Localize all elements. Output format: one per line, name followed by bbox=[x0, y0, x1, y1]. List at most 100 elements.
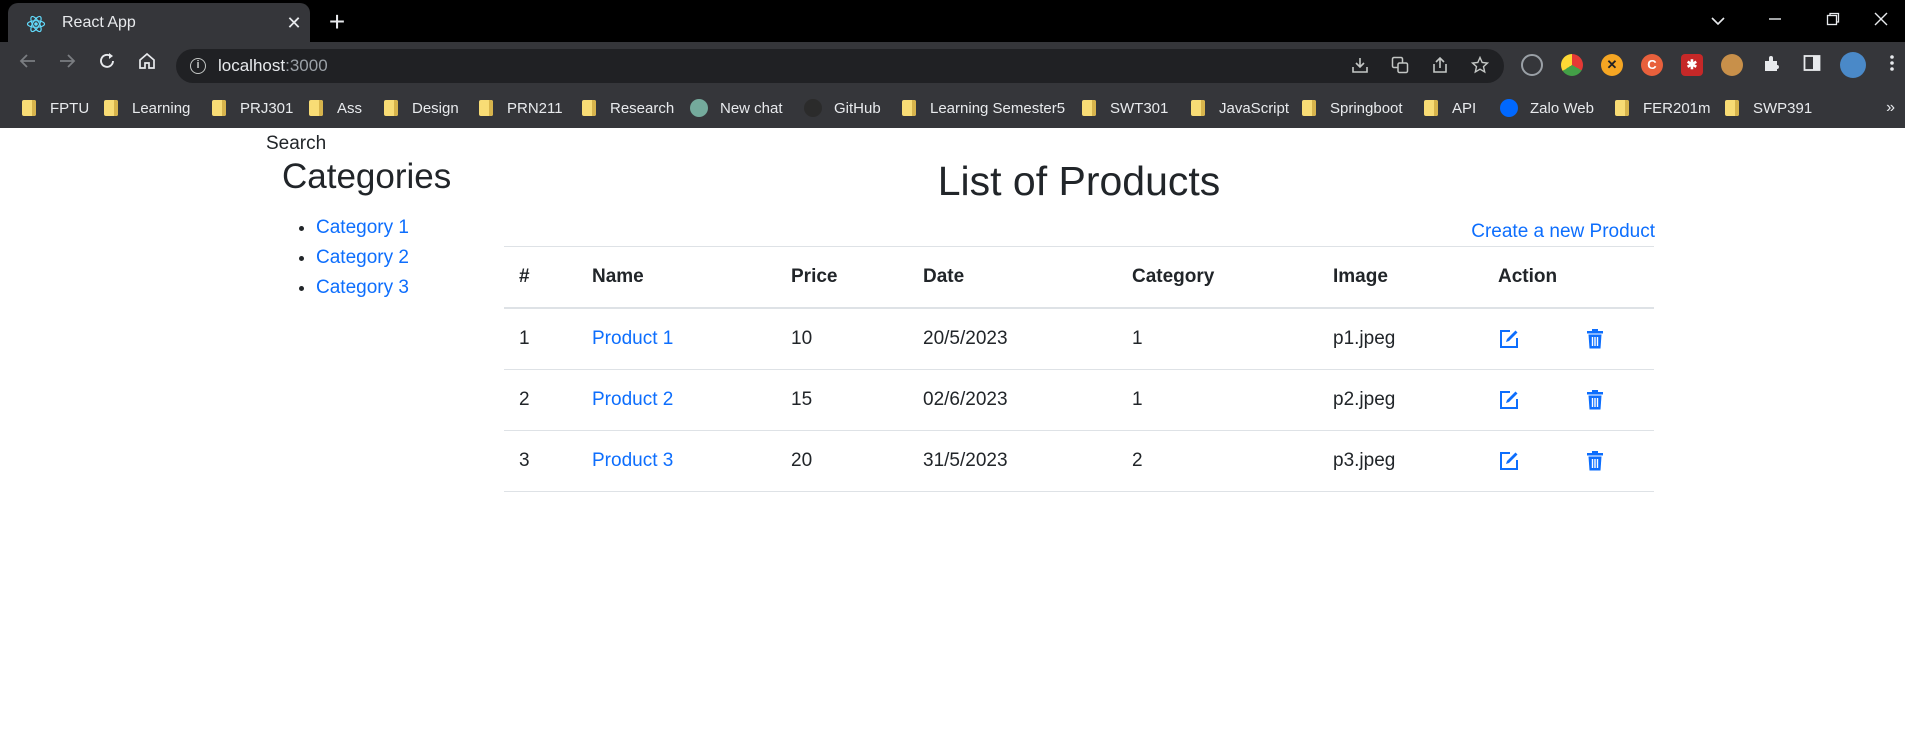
bookmark-fer201m[interactable]: FER201m bbox=[1615, 88, 1711, 128]
extension-color-icon[interactable] bbox=[1561, 54, 1583, 76]
translate-icon[interactable] bbox=[1390, 56, 1410, 76]
cell-id: 2 bbox=[504, 369, 577, 431]
column-header-name: Name bbox=[577, 246, 776, 309]
bookmark-new-chat[interactable]: New chat bbox=[690, 88, 783, 128]
product-name-link[interactable]: Product 3 bbox=[592, 450, 673, 471]
category-item: Category 2 bbox=[316, 243, 409, 273]
bookmark-api[interactable]: API bbox=[1424, 88, 1476, 128]
extensions-puzzle-icon[interactable] bbox=[1762, 54, 1782, 74]
bookmarks-bar: » FPTU Learning PRJ301 Ass Design PRN211 Resea… bbox=[0, 88, 1905, 128]
edit-icon[interactable] bbox=[1498, 389, 1520, 411]
bookmark-label: Design bbox=[412, 99, 459, 117]
tab-close-icon[interactable]: ✕ bbox=[282, 11, 306, 35]
extension-cookie-icon[interactable] bbox=[1721, 54, 1743, 76]
folder-icon bbox=[1082, 100, 1096, 116]
bookmark-label: SWT301 bbox=[1110, 99, 1169, 117]
cell-date: 31/5/2023 bbox=[908, 430, 1117, 492]
url-text[interactable]: localhost:3000 bbox=[218, 56, 328, 76]
browser-tab[interactable]: React App ✕ bbox=[8, 3, 310, 42]
react-logo-icon bbox=[26, 15, 46, 33]
extension-badge-icon[interactable]: ✕ bbox=[1601, 54, 1623, 76]
table-row: 1 Product 1 10 20/5/2023 1 p1.jpeg bbox=[504, 308, 1654, 370]
cell-category: 2 bbox=[1117, 430, 1318, 492]
bookmark-zalo-web[interactable]: Zalo Web bbox=[1500, 88, 1594, 128]
category-link-1[interactable]: Category 1 bbox=[316, 217, 409, 238]
category-link-2[interactable]: Category 2 bbox=[316, 247, 409, 268]
bookmark-swt301[interactable]: SWT301 bbox=[1082, 88, 1168, 128]
extension-c-icon[interactable]: C bbox=[1641, 54, 1663, 76]
bookmark-label: New chat bbox=[720, 99, 783, 117]
profile-avatar[interactable] bbox=[1840, 52, 1866, 78]
minimize-icon[interactable] bbox=[1752, 4, 1798, 36]
menu-dots-icon[interactable] bbox=[1882, 54, 1902, 74]
folder-icon bbox=[1191, 100, 1205, 116]
cell-image: p3.jpeg bbox=[1318, 430, 1483, 492]
edit-icon[interactable] bbox=[1498, 328, 1520, 350]
bookmark-learning[interactable]: Learning bbox=[104, 88, 190, 128]
cell-name: Product 3 bbox=[577, 430, 776, 492]
folder-icon bbox=[309, 100, 323, 116]
bookmark-label: JavaScript bbox=[1219, 99, 1290, 117]
back-icon[interactable] bbox=[14, 51, 42, 79]
site-info-icon[interactable]: i bbox=[190, 58, 206, 74]
cell-name: Product 2 bbox=[577, 369, 776, 431]
bookmark-label: Springboot bbox=[1330, 99, 1403, 117]
category-link-3[interactable]: Category 3 bbox=[316, 277, 409, 298]
extension-bug-icon[interactable]: ✱ bbox=[1681, 54, 1703, 76]
cell-price: 20 bbox=[776, 430, 908, 492]
bookmark-ass[interactable]: Ass bbox=[309, 88, 362, 128]
cell-image: p1.jpeg bbox=[1318, 308, 1483, 370]
close-window-icon[interactable] bbox=[1858, 4, 1904, 36]
share-icon[interactable] bbox=[1430, 56, 1450, 76]
side-panel-icon[interactable] bbox=[1802, 54, 1822, 74]
bookmark-prj301[interactable]: PRJ301 bbox=[212, 88, 293, 128]
reload-icon[interactable] bbox=[93, 51, 121, 79]
browser-toolbar: i localhost:3000 ✕ C ✱ bbox=[0, 42, 1905, 88]
cell-category: 1 bbox=[1117, 369, 1318, 431]
page-content: Search Categories Category 1Category 2Ca… bbox=[0, 128, 1905, 748]
restore-icon[interactable] bbox=[1810, 4, 1856, 36]
bookmark-design[interactable]: Design bbox=[384, 88, 459, 128]
bookmarks-more-icon[interactable]: » bbox=[1886, 88, 1895, 128]
bookmark-label: FPTU bbox=[50, 99, 90, 117]
cell-action bbox=[1483, 430, 1654, 492]
tab-title: React App bbox=[62, 14, 136, 31]
bookmark-prn211[interactable]: PRN211 bbox=[479, 88, 563, 128]
bookmark-github[interactable]: GitHub bbox=[804, 88, 881, 128]
bookmark-springboot[interactable]: Springboot bbox=[1302, 88, 1403, 128]
bookmark-star-icon[interactable] bbox=[1470, 55, 1490, 76]
bookmark-javascript[interactable]: JavaScript bbox=[1191, 88, 1289, 128]
category-item: Category 3 bbox=[316, 273, 409, 303]
bookmark-label: Zalo Web bbox=[1530, 99, 1594, 117]
product-name-link[interactable]: Product 2 bbox=[592, 389, 673, 410]
bookmark-fptu[interactable]: FPTU bbox=[22, 88, 89, 128]
folder-icon bbox=[1725, 100, 1739, 116]
column-header-date: Date bbox=[908, 246, 1117, 309]
folder-icon bbox=[104, 100, 118, 116]
new-tab-button[interactable]: + bbox=[322, 7, 352, 37]
cell-id: 3 bbox=[504, 430, 577, 492]
home-icon[interactable] bbox=[133, 51, 161, 79]
bookmark-research[interactable]: Research bbox=[582, 88, 674, 128]
column-header-image: Image bbox=[1318, 246, 1483, 309]
delete-icon[interactable] bbox=[1584, 328, 1606, 350]
delete-icon[interactable] bbox=[1584, 389, 1606, 411]
site-favicon-icon bbox=[690, 99, 708, 117]
forward-icon[interactable] bbox=[53, 51, 81, 79]
column-header-price: Price bbox=[776, 246, 908, 309]
bookmark-label: Ass bbox=[337, 99, 363, 117]
create-product-link[interactable]: Create a new Product bbox=[1471, 221, 1655, 243]
extension-compass-icon[interactable] bbox=[1521, 54, 1543, 76]
bookmark-learning-semester5[interactable]: Learning Semester5 bbox=[902, 88, 1065, 128]
categories-title: Categories bbox=[282, 157, 452, 196]
table-header-row: # Name Price Date Category Image Action bbox=[504, 246, 1654, 309]
bookmark-swp391[interactable]: SWP391 bbox=[1725, 88, 1812, 128]
cell-date: 20/5/2023 bbox=[908, 308, 1117, 370]
address-bar[interactable]: i localhost:3000 bbox=[176, 49, 1504, 83]
tab-search-icon[interactable] bbox=[1695, 4, 1741, 36]
install-app-icon[interactable] bbox=[1350, 56, 1370, 76]
folder-icon bbox=[1424, 100, 1438, 116]
delete-icon[interactable] bbox=[1584, 450, 1606, 472]
product-name-link[interactable]: Product 1 bbox=[592, 328, 673, 349]
edit-icon[interactable] bbox=[1498, 450, 1520, 472]
